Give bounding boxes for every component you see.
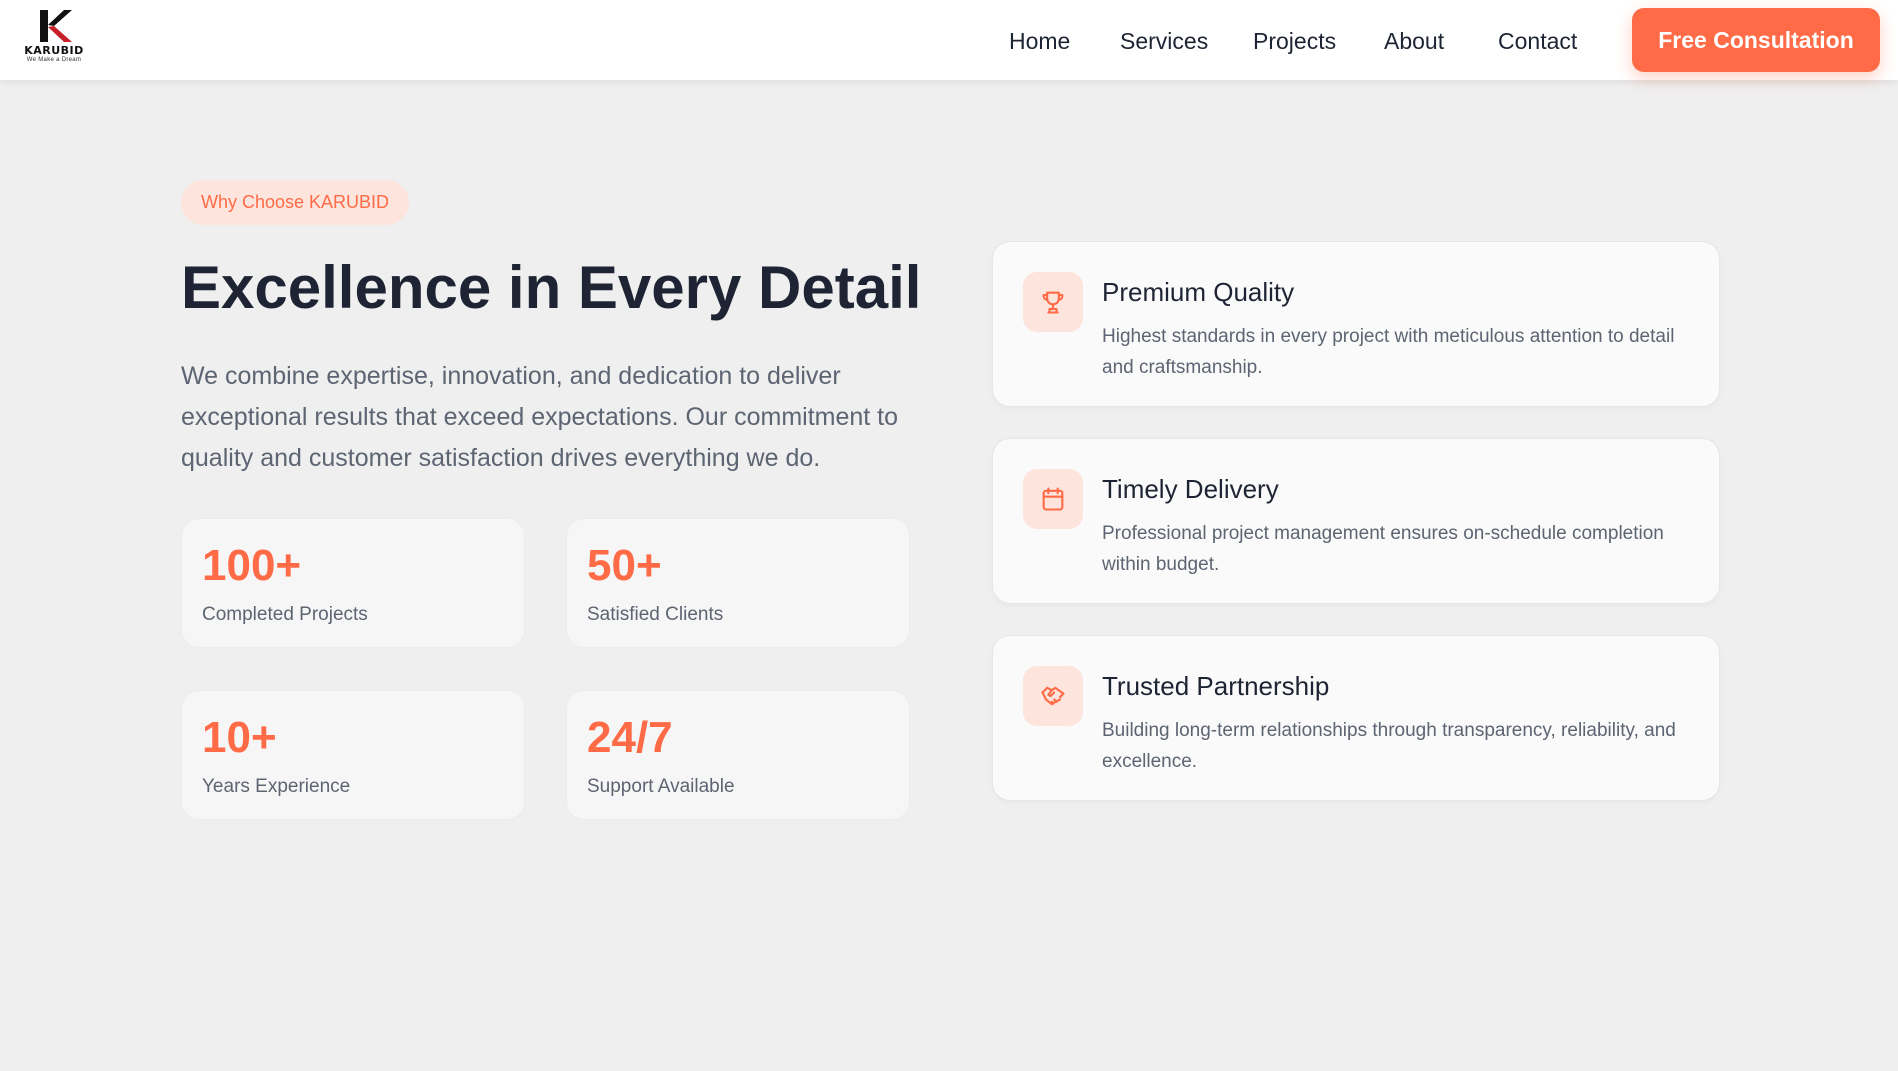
stat-label: Support Available <box>587 776 735 797</box>
calendar-icon <box>1023 469 1083 529</box>
feature-description: Professional project management ensures … <box>1102 523 1664 575</box>
feature-title: Premium Quality <box>1102 277 1295 307</box>
section-description: We combine expertise, innovation, and de… <box>181 362 899 472</box>
feature-title: Timely Delivery <box>1102 474 1279 504</box>
trophy-icon <box>1023 272 1083 332</box>
feature-title: Trusted Partnership <box>1102 671 1330 701</box>
stat-value: 24/7 <box>587 713 673 762</box>
stat-card-support-available: 24/7 Support Available <box>566 690 910 820</box>
nav-link-contact[interactable]: Contact <box>1498 28 1577 54</box>
feature-description: Building long-term relationships through… <box>1102 720 1676 772</box>
handshake-icon <box>1023 666 1083 726</box>
stat-card-completed-projects: 100+ Completed Projects <box>181 518 525 648</box>
karubid-logo-icon <box>40 10 72 42</box>
nav-link-home[interactable]: Home <box>1009 28 1070 54</box>
nav-link-about[interactable]: About <box>1384 28 1444 54</box>
section-badge: Why Choose KARUBID <box>181 180 410 225</box>
brand-logo[interactable]: KARUBID We Make a Dream <box>18 8 90 72</box>
stat-value: 50+ <box>587 541 662 590</box>
feature-card-trusted-partnership: Trusted Partnership Building long-term r… <box>992 635 1720 801</box>
brand-tagline: We Make a Dream <box>26 57 82 63</box>
stat-label: Years Experience <box>202 776 351 797</box>
stat-label: Satisfied Clients <box>587 604 724 625</box>
nav-link-projects[interactable]: Projects <box>1253 28 1336 54</box>
stat-value: 10+ <box>202 713 277 762</box>
stat-value: 100+ <box>202 541 302 590</box>
section-title: Excellence in Every Detail <box>181 254 922 321</box>
feature-card-timely-delivery: Timely Delivery Professional project man… <box>992 438 1720 604</box>
nav-link-services[interactable]: Services <box>1120 28 1208 54</box>
free-consultation-button[interactable]: Free Consultation <box>1632 8 1880 72</box>
site-header: KARUBID We Make a Dream Home Services Pr… <box>0 0 1898 80</box>
feature-description: Highest standards in every project with … <box>1102 326 1675 378</box>
feature-card-premium-quality: Premium Quality Highest standards in eve… <box>992 241 1720 407</box>
stat-label: Completed Projects <box>202 604 368 625</box>
stat-card-satisfied-clients: 50+ Satisfied Clients <box>566 518 910 648</box>
brand-name: KARUBID <box>24 44 84 57</box>
stat-card-years-experience: 10+ Years Experience <box>181 690 525 820</box>
